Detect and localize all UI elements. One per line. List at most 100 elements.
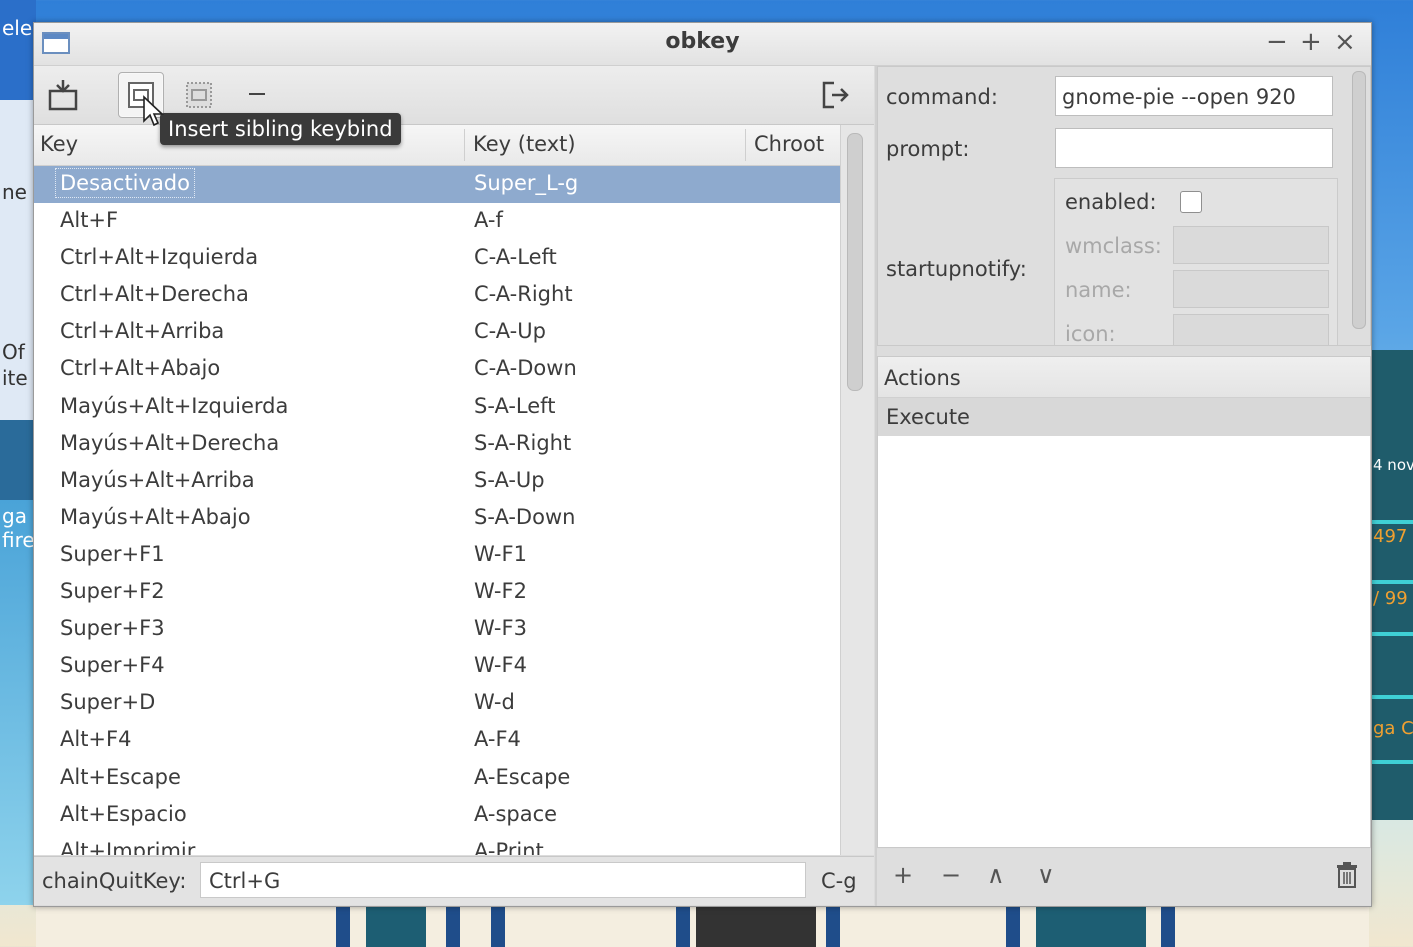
row-key: Super+F4 (60, 653, 165, 677)
row-key-label: Alt+Espacio (60, 801, 187, 826)
properties-panel: command: gnome-pie --open 920 prompt: st… (877, 66, 1371, 346)
actions-header-label: Actions (884, 366, 961, 390)
row-key: Ctrl+Alt+Abajo (60, 356, 220, 380)
maximize-button[interactable]: + (1300, 27, 1322, 57)
row-key: Mayús+Alt+Derecha (60, 431, 279, 455)
desktop-bottom-strip (36, 905, 1369, 947)
row-key: Super+F2 (60, 579, 165, 603)
row-key-label: Super+F4 (60, 653, 165, 678)
desktop-text: ga (2, 504, 27, 528)
table-row[interactable]: Alt+F A-f (34, 203, 840, 240)
command-label: command: (886, 85, 998, 109)
table-row[interactable]: Alt+Espacio A-space (34, 797, 840, 834)
row-key-text: A-F4 (474, 727, 521, 752)
table-row[interactable]: Mayús+Alt+Arriba S-A-Up (34, 463, 840, 500)
properties-scrollbar[interactable] (1348, 67, 1370, 345)
close-button[interactable]: × (1334, 27, 1356, 57)
scrollbar-thumb[interactable] (1352, 71, 1366, 329)
row-key-label: Alt+Escape (60, 764, 181, 789)
row-key: Super+F1 (60, 542, 165, 566)
row-key-text: A-space (474, 801, 558, 826)
obkey-window: obkey − + × Insert sibling keybind Key K… (33, 22, 1372, 907)
remove-keybind-button[interactable] (249, 93, 265, 95)
chain-quit-key-text: C-g (821, 869, 857, 893)
table-row[interactable]: Super+F4 W-F4 (34, 648, 840, 685)
trash-icon[interactable] (1335, 861, 1359, 889)
window-title: obkey (665, 29, 740, 54)
row-key-label: Mayús+Alt+Abajo (60, 504, 251, 529)
scrollbar-thumb[interactable] (847, 133, 863, 391)
table-row[interactable]: Mayús+Alt+Derecha S-A-Right (34, 426, 840, 463)
desktop-text: Of (2, 340, 25, 364)
table-row[interactable]: Ctrl+Alt+Derecha C-A-Right (34, 277, 840, 314)
table-scrollbar[interactable] (840, 125, 874, 855)
table-row[interactable]: Super+F1 W-F1 (34, 537, 840, 574)
chain-quit-bar: chainQuitKey: Ctrl+G C-g (34, 856, 874, 905)
table-row[interactable]: Alt+Imprimir A-Print (34, 834, 840, 855)
row-key-label: Mayús+Alt+Izquierda (60, 393, 289, 418)
row-key-text: S-A-Up (474, 467, 545, 492)
table-row[interactable]: Super+F3 W-F3 (34, 611, 840, 648)
name-input[interactable] (1173, 270, 1329, 308)
add-action-button[interactable]: + (893, 861, 913, 889)
actions-toolbar: + − ∧ ∨ (877, 849, 1371, 905)
table-row[interactable]: Mayús+Alt+Abajo S-A-Down (34, 500, 840, 537)
table-header: Key Key (text) Chroot (34, 125, 840, 166)
desktop-text: ga C (1373, 718, 1413, 739)
table-row[interactable]: Super+F2 W-F2 (34, 574, 840, 611)
row-key-label: Ctrl+Alt+Izquierda (60, 245, 259, 270)
table-row[interactable]: Ctrl+Alt+Abajo C-A-Down (34, 351, 840, 388)
startupnotify-group: enabled: wmclass: name: icon: (1054, 178, 1338, 345)
insert-child-keybind-button[interactable] (176, 72, 222, 118)
icon-input[interactable] (1173, 314, 1329, 345)
save-icon (48, 80, 78, 111)
action-item[interactable]: Execute (878, 398, 1370, 436)
actions-panel: Actions Execute (877, 356, 1371, 848)
desktop-text: ne (2, 180, 27, 204)
desktop-text: fire (2, 528, 35, 552)
row-key-label: Desactivado (55, 168, 195, 198)
title-bar[interactable]: obkey − + × (34, 23, 1371, 66)
row-key: Alt+Escape (60, 765, 181, 789)
tooltip: Insert sibling keybind (160, 113, 401, 145)
enabled-label: enabled: (1065, 190, 1157, 214)
table-row[interactable]: Ctrl+Alt+Izquierda C-A-Left (34, 240, 840, 277)
table-row[interactable]: Alt+Escape A-Escape (34, 760, 840, 797)
command-input[interactable]: gnome-pie --open 920 (1055, 76, 1333, 116)
table-row[interactable]: Super+D W-d (34, 685, 840, 722)
move-action-up-button[interactable]: ∧ (987, 861, 1005, 889)
desktop-text: ite (2, 366, 28, 390)
mouse-cursor-icon (143, 95, 164, 127)
table-row[interactable]: Ctrl+Alt+Arriba C-A-Up (34, 314, 840, 351)
row-key-label: Super+F1 (60, 541, 165, 566)
minimize-button[interactable]: − (1266, 27, 1288, 57)
row-key: Alt+F4 (60, 727, 131, 751)
quit-button[interactable] (812, 72, 858, 118)
remove-action-button[interactable]: − (941, 861, 961, 889)
enabled-checkbox[interactable] (1180, 191, 1202, 213)
table-row[interactable]: Alt+F4 A-F4 (34, 722, 840, 759)
row-key-text: W-F2 (474, 579, 527, 604)
row-key: Ctrl+Alt+Izquierda (60, 245, 258, 269)
column-header-chroot[interactable]: Chroot (754, 132, 824, 156)
save-button[interactable] (40, 72, 86, 118)
column-header-key[interactable]: Key (40, 132, 78, 156)
row-key-text: C-A-Up (474, 319, 546, 344)
desktop-right-strip: 4 nov 497 / 99 ga C (1369, 350, 1413, 820)
column-header-key-text[interactable]: Key (text) (473, 132, 576, 156)
row-key-text: C-A-Right (474, 282, 573, 307)
startupnotify-label: startupnotify: (886, 257, 1027, 281)
move-action-down-button[interactable]: ∨ (1037, 861, 1055, 889)
wmclass-input[interactable] (1173, 226, 1329, 264)
row-key: Desactivado (55, 168, 195, 198)
prompt-label: prompt: (886, 137, 970, 161)
table-row[interactable]: Desactivado Super_L-g (34, 166, 840, 204)
row-key: Mayús+Alt+Izquierda (60, 394, 288, 418)
row-key-label: Mayús+Alt+Derecha (60, 430, 280, 455)
chain-quit-key-input[interactable]: Ctrl+G (200, 862, 806, 898)
exit-icon (822, 81, 849, 109)
table-row[interactable]: Mayús+Alt+Izquierda S-A-Left (34, 389, 840, 426)
prompt-input[interactable] (1055, 128, 1333, 168)
desktop-text: / 99 (1373, 588, 1408, 609)
row-key-label: Alt+Imprimir (60, 838, 196, 855)
